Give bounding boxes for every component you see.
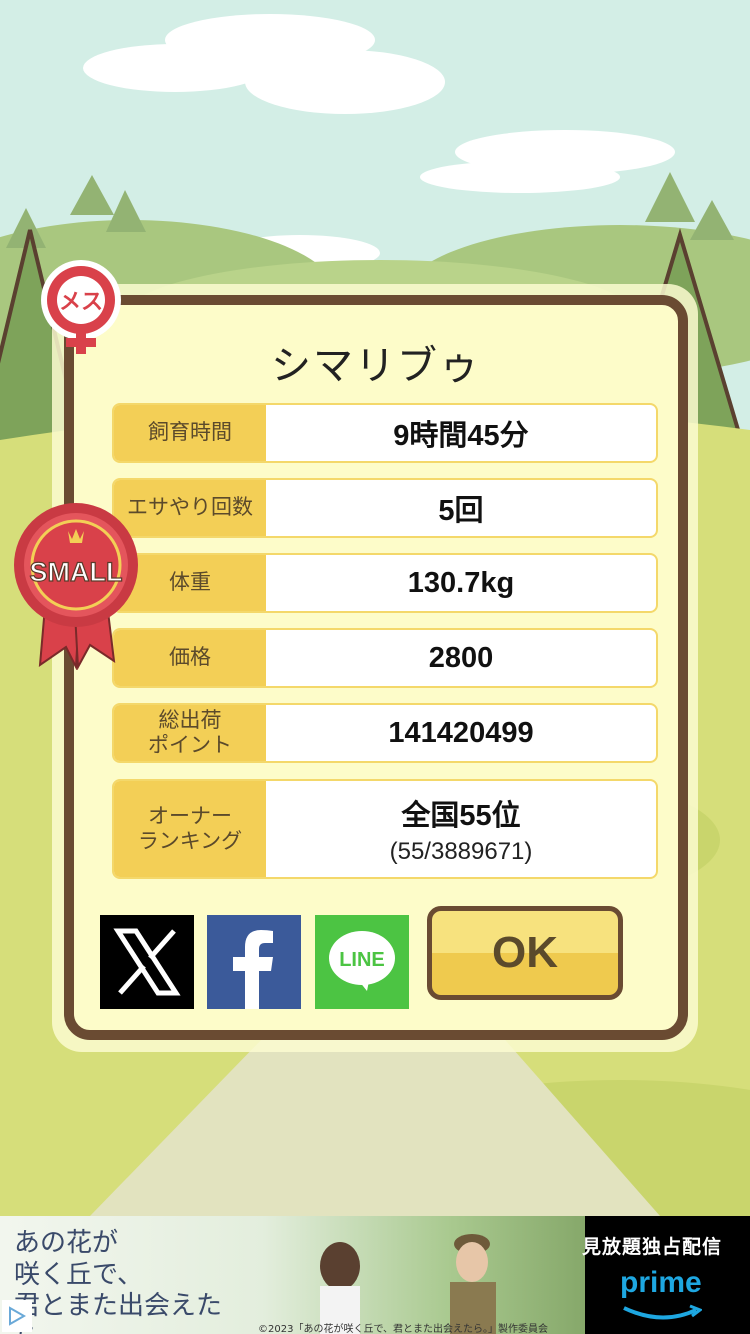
ad-title: あの花が 咲く丘で、 君とまた出会えたら。	[14, 1228, 223, 1334]
size-label: SMALL	[30, 557, 123, 587]
stat-label: オーナー ランキング	[114, 781, 266, 877]
line-label: LINE	[339, 949, 385, 971]
stat-row-owner-ranking: オーナー ランキング 全国55位 (55/3889671)	[112, 779, 658, 879]
size-ribbon-badge-icon: SMALL	[10, 495, 142, 671]
ok-button[interactable]: OK	[427, 906, 623, 1000]
stat-value: 5回	[438, 495, 484, 527]
stat-row-feed-count: エサやり回数 5回	[112, 478, 658, 538]
stat-label: 総出荷 ポイント	[114, 705, 266, 761]
result-dialog: シマリブゥ 飼育時間 9時間45分 エサやり回数 5回 体重 130.7kg 価…	[64, 295, 688, 1040]
female-badge-icon: メス	[34, 258, 128, 362]
ad-banner[interactable]: あの花が 咲く丘で、 君とまた出会えたら。 見放題独占配信 prime	[0, 1216, 750, 1334]
stat-value: 9時間45分	[393, 420, 529, 452]
stat-value: 2800	[428, 641, 494, 674]
stat-row-raising-time: 飼育時間 9時間45分	[112, 403, 658, 463]
ad-copyright: ©2023「あの花が咲く丘で、君とまた出会えたら。」製作委員会	[258, 1324, 549, 1334]
stat-value: 141420499	[388, 716, 534, 749]
stat-row-price: 価格 2800	[112, 628, 658, 688]
ad-photo-right-figure	[450, 1234, 496, 1334]
ad-photo-left-figure	[320, 1242, 360, 1334]
gender-label: メス	[59, 290, 103, 315]
ranking-detail: (55/3889671)	[389, 838, 533, 865]
prime-smile-icon	[623, 1304, 702, 1320]
ad-prime-logo: prime	[620, 1266, 702, 1299]
stat-row-weight: 体重 130.7kg	[112, 553, 658, 613]
line-logo-icon: LINE	[329, 931, 395, 991]
stat-value: 130.7kg	[407, 566, 515, 599]
x-logo-icon	[113, 928, 181, 996]
pet-name-title: シマリブゥ	[271, 343, 481, 389]
ranking-value: 全国55位	[401, 800, 521, 832]
share-line-button[interactable]: LINE	[315, 915, 409, 1009]
stat-label: 飼育時間	[114, 405, 266, 461]
share-x-button[interactable]	[100, 915, 194, 1009]
stat-row-shipping-points: 総出荷 ポイント 141420499	[112, 703, 658, 763]
ad-choices-play-icon[interactable]	[2, 1300, 32, 1332]
share-facebook-button[interactable]	[207, 915, 301, 1009]
ad-streaming-label: 見放題独占配信	[582, 1236, 723, 1258]
stat-value: 全国55位 (55/3889671)	[266, 781, 656, 877]
facebook-logo-icon	[233, 930, 273, 1009]
